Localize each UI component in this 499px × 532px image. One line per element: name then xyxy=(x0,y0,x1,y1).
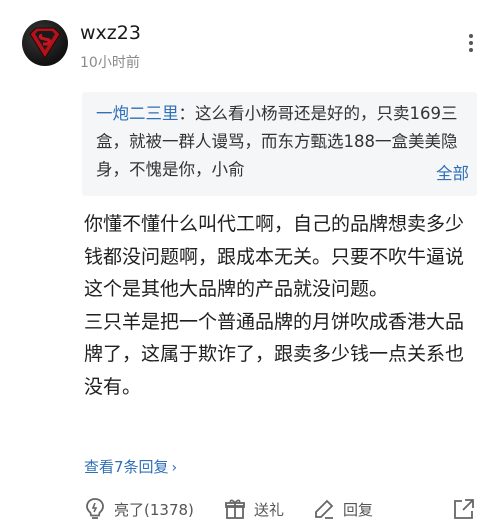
username[interactable]: wxz23 xyxy=(80,22,141,44)
superman-logo-icon xyxy=(29,27,61,59)
quoted-comment[interactable]: 一炮二三里：这么看小杨哥还是好的，只卖169三盒，就被一群人谩骂，而东方甄选18… xyxy=(82,92,477,196)
reply-label: 回复 xyxy=(343,500,374,519)
quoted-comment-text: 一炮二三里：这么看小杨哥还是好的，只卖169三盒，就被一群人谩骂，而东方甄选18… xyxy=(96,100,466,184)
avatar[interactable] xyxy=(22,20,68,66)
gift-icon xyxy=(225,499,245,519)
more-vertical-icon[interactable] xyxy=(464,34,478,56)
comment-timestamp: 10小时前 xyxy=(80,55,140,71)
gift-button[interactable]: 送礼 xyxy=(224,494,284,524)
share-button[interactable] xyxy=(452,494,484,524)
comment-body: 你懂不懂什么叫代工啊，自己的品牌想卖多少钱都没问题啊，跟成本无关。只要不吹牛逼说… xyxy=(84,208,479,403)
view-replies-link[interactable]: 查看7条回复 › xyxy=(84,456,177,477)
comment-actions: 亮了(1378) 送礼 回复 xyxy=(84,494,484,524)
view-replies-label: 查看7条回复 xyxy=(84,458,169,476)
quoted-author[interactable]: 一炮二三里 xyxy=(96,104,179,123)
like-button[interactable]: 亮了(1378) xyxy=(84,494,194,524)
comment-paragraph: 你懂不懂什么叫代工啊，自己的品牌想卖多少钱都没问题啊，跟成本无关。只要不吹牛逼说… xyxy=(84,213,465,300)
comment-paragraph: 三只羊是把一个普通品牌的月饼吹成香港大品牌了，这属于欺诈了，跟卖多少钱一点关系也… xyxy=(84,310,465,398)
edit-icon xyxy=(315,499,334,519)
like-count-label: 亮了(1378) xyxy=(114,500,194,519)
share-icon xyxy=(454,499,474,519)
bulb-icon xyxy=(86,498,104,519)
chevron-right-icon: › xyxy=(171,460,178,476)
reply-button[interactable]: 回复 xyxy=(313,494,373,524)
gift-label: 送礼 xyxy=(254,500,285,519)
quoted-separator: ： xyxy=(178,104,196,123)
expand-quote-button[interactable]: 全部 xyxy=(422,160,469,184)
